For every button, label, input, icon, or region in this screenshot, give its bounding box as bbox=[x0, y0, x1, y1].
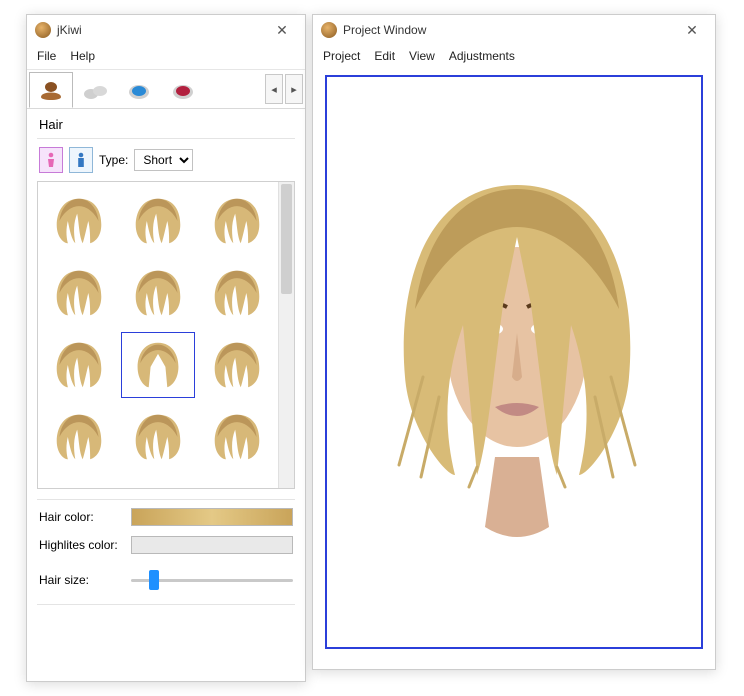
menu-file[interactable]: File bbox=[37, 49, 56, 63]
hair-thumb-icon bbox=[209, 411, 265, 463]
hair-thumb-icon bbox=[209, 339, 265, 391]
hair-color-label: Hair color: bbox=[39, 510, 125, 524]
type-select[interactable]: Short bbox=[134, 149, 193, 171]
window-title: Project Window bbox=[343, 23, 677, 37]
project-window: Project Window ✕ Project Edit View Adjus… bbox=[312, 14, 716, 670]
lipstick-icon bbox=[169, 79, 197, 101]
hair-thumb[interactable] bbox=[42, 260, 117, 326]
hair-thumb-icon bbox=[51, 339, 107, 391]
gender-female-button[interactable] bbox=[39, 147, 63, 173]
hair-thumb-icon bbox=[51, 411, 107, 463]
hair-thumb-icon bbox=[130, 339, 186, 391]
hair-thumb[interactable] bbox=[199, 260, 274, 326]
titlebar[interactable]: jKiwi ✕ bbox=[27, 15, 305, 45]
app-icon bbox=[321, 22, 337, 38]
female-icon bbox=[45, 152, 57, 168]
menubar: File Help bbox=[27, 45, 305, 69]
hair-thumb[interactable] bbox=[199, 188, 274, 254]
model-preview bbox=[327, 77, 703, 637]
eyeshadow-icon bbox=[125, 79, 153, 101]
hair-thumb[interactable] bbox=[121, 332, 196, 398]
menu-edit[interactable]: Edit bbox=[374, 49, 395, 63]
highlights-swatch[interactable] bbox=[131, 536, 293, 554]
gender-type-row: Type: Short bbox=[27, 139, 305, 181]
hair-thumb-icon bbox=[209, 195, 265, 247]
tab-lipstick[interactable] bbox=[161, 72, 205, 108]
hair-thumb[interactable] bbox=[121, 404, 196, 470]
hair-thumb[interactable] bbox=[199, 404, 274, 470]
titlebar[interactable]: Project Window ✕ bbox=[313, 15, 715, 45]
tab-hair[interactable] bbox=[29, 72, 73, 108]
type-label: Type: bbox=[99, 153, 128, 167]
hair-bun-icon bbox=[37, 79, 65, 101]
gender-male-button[interactable] bbox=[69, 147, 93, 173]
menu-adjustments[interactable]: Adjustments bbox=[449, 49, 515, 63]
hair-size-row: Hair size: bbox=[27, 556, 305, 592]
male-icon bbox=[75, 152, 87, 168]
hair-thumb[interactable] bbox=[121, 260, 196, 326]
gallery-viewport bbox=[38, 182, 278, 488]
hair-size-label: Hair size: bbox=[39, 573, 125, 587]
highlights-label: Highlites color: bbox=[39, 538, 125, 552]
highlights-row: Highlites color: bbox=[27, 528, 305, 556]
hair-gallery bbox=[37, 181, 295, 489]
hair-size-slider[interactable] bbox=[131, 570, 293, 590]
close-icon[interactable]: ✕ bbox=[267, 15, 297, 45]
hair-thumb[interactable] bbox=[199, 332, 274, 398]
menubar: Project Edit View Adjustments bbox=[313, 45, 715, 69]
tab-foundation[interactable] bbox=[73, 72, 117, 108]
slider-handle[interactable] bbox=[149, 570, 159, 590]
menu-help[interactable]: Help bbox=[70, 49, 95, 63]
hair-color-row: Hair color: bbox=[27, 500, 305, 528]
close-icon[interactable]: ✕ bbox=[677, 15, 707, 45]
hair-thumb[interactable] bbox=[121, 188, 196, 254]
hair-thumb[interactable] bbox=[42, 188, 117, 254]
hair-thumb[interactable] bbox=[42, 332, 117, 398]
tab-scroll-left[interactable]: ◂ bbox=[265, 74, 283, 104]
app-icon bbox=[35, 22, 51, 38]
divider bbox=[37, 604, 295, 605]
hair-thumb[interactable] bbox=[42, 404, 117, 470]
hair-thumb-icon bbox=[130, 267, 186, 319]
tab-eyeshadow[interactable] bbox=[117, 72, 161, 108]
jars-icon bbox=[81, 79, 109, 101]
hair-thumb-icon bbox=[130, 195, 186, 247]
project-canvas[interactable] bbox=[325, 75, 703, 649]
tabstrip: ◂ ▸ bbox=[27, 69, 305, 109]
hair-thumb-icon bbox=[130, 411, 186, 463]
scrollbar-thumb[interactable] bbox=[281, 184, 292, 294]
tab-scroll-right[interactable]: ▸ bbox=[285, 74, 303, 104]
hair-thumb-icon bbox=[51, 267, 107, 319]
menu-view[interactable]: View bbox=[409, 49, 435, 63]
jkiwi-window: jKiwi ✕ File Help bbox=[26, 14, 306, 682]
gallery-scrollbar[interactable] bbox=[278, 182, 294, 488]
section-label: Hair bbox=[27, 109, 305, 138]
hair-thumb-icon bbox=[51, 195, 107, 247]
hair-color-swatch[interactable] bbox=[131, 508, 293, 526]
hair-thumb-icon bbox=[209, 267, 265, 319]
menu-project[interactable]: Project bbox=[323, 49, 360, 63]
window-title: jKiwi bbox=[57, 23, 267, 37]
